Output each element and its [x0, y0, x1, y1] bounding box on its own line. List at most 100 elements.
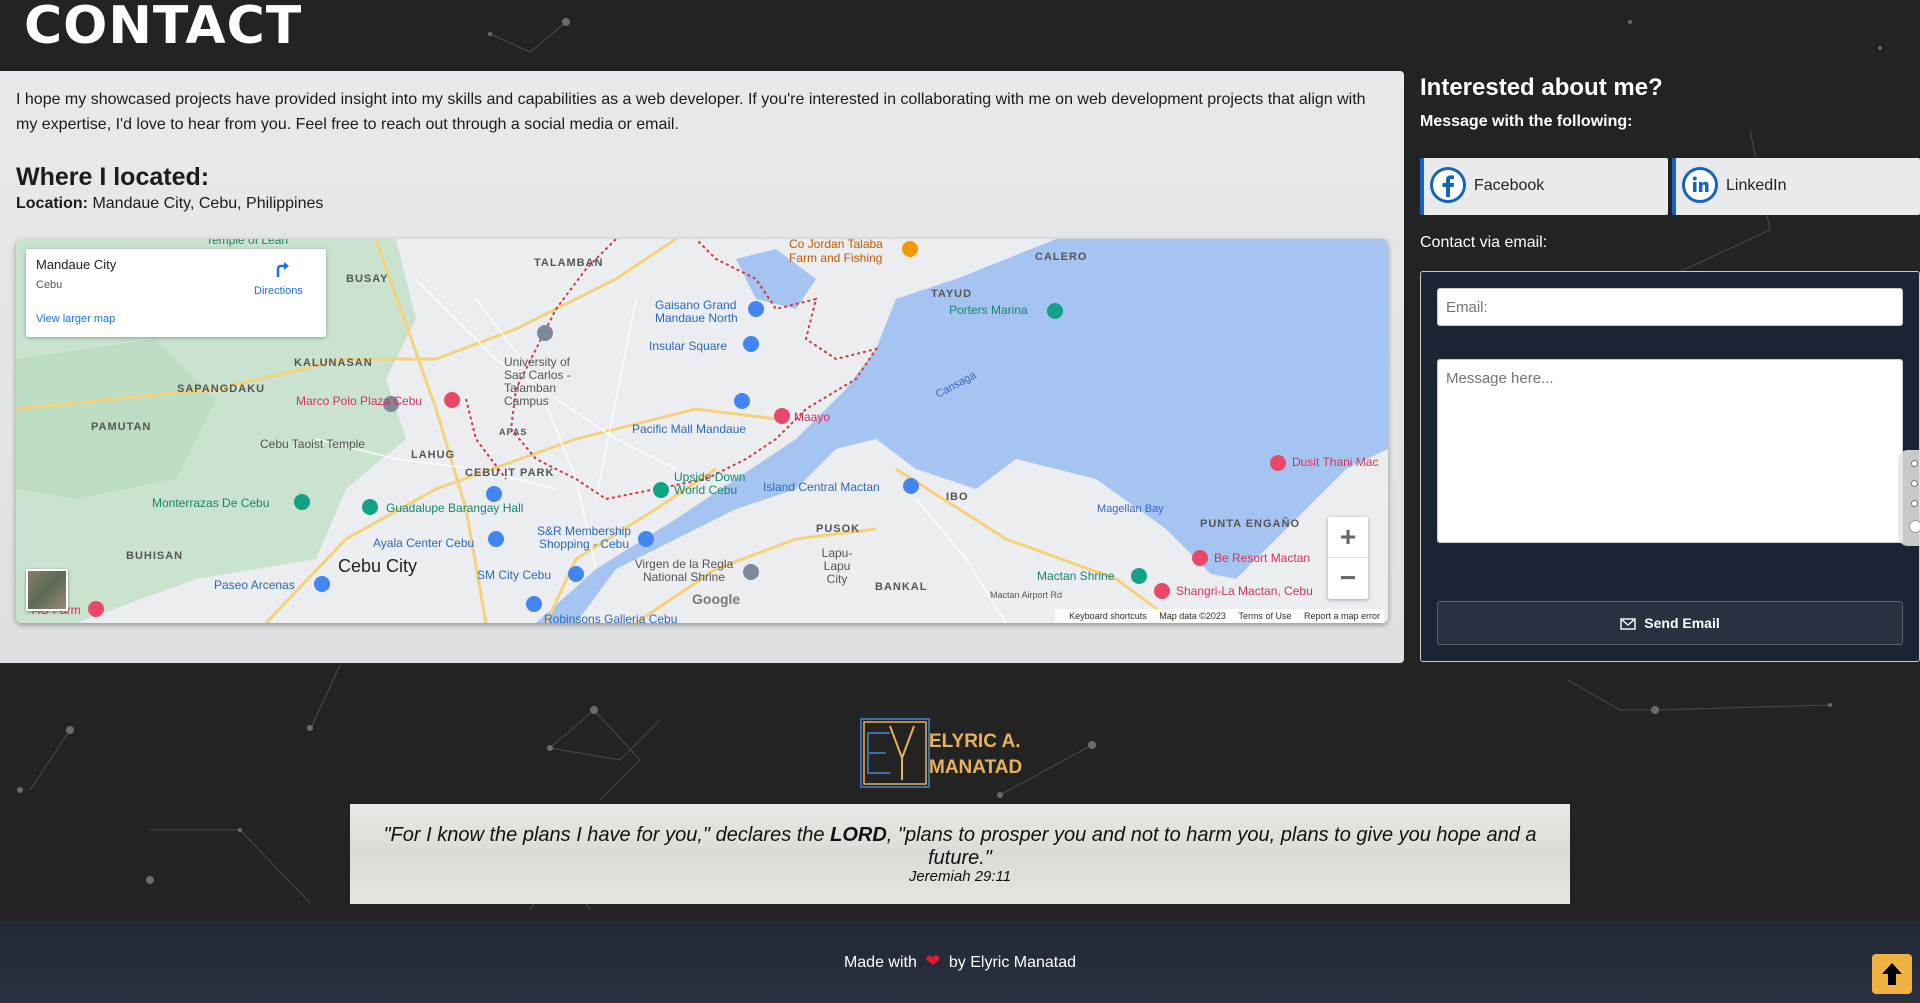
send-email-button[interactable]: Send Email	[1437, 601, 1903, 645]
report-error-link[interactable]: Report a map error	[1304, 611, 1380, 621]
map-label-tayud: TAYUD	[931, 288, 973, 300]
map-place-region: Cebu	[36, 279, 63, 291]
linkedin-label: LinkedIn	[1726, 177, 1787, 194]
map-label-monterrazas: Monterrazas De Cebu	[152, 496, 270, 510]
location-label: Location:	[16, 195, 88, 212]
quote-part-2: , "plans to prosper you and not to harm …	[886, 824, 1537, 869]
email-input[interactable]	[1437, 288, 1903, 326]
map-label-virgen: Virgen de la Regla National Shrine	[634, 557, 734, 584]
map-label-ayala: Ayala Center Cebu	[373, 536, 475, 550]
footer-made-with: Made with	[843, 954, 917, 971]
map-label-upside-down: Upside Down World Cebu	[674, 470, 746, 497]
page-footer: Made with ❤ by Elyric Manatad	[0, 921, 1920, 1003]
brand-logo-icon	[860, 718, 930, 788]
map-label-pusok: PUSOK	[816, 523, 861, 535]
map-label-porters-marina: Porters Marina	[949, 303, 1028, 317]
email-form: Send Email	[1420, 271, 1920, 662]
map-label-it-park: CEBU IT PARK	[465, 467, 555, 479]
map-label-bankal: BANKAL	[875, 581, 928, 593]
map-label-dusit-thani: Dusit Thani Mac	[1292, 455, 1379, 469]
map-label-taoist-temple: Cebu Taoist Temple	[260, 437, 365, 451]
map-label-maayo: Maayo	[794, 410, 831, 424]
map-label-shangri-la: Shangri-La Mactan, Cebu	[1176, 584, 1313, 598]
brand-name: ELYRIC A. MANATAD	[929, 729, 1022, 781]
map-label-island-central: Island Central Mactan	[763, 480, 880, 494]
slide-dot[interactable]	[1911, 500, 1918, 507]
scroll-to-top-button[interactable]	[1872, 954, 1912, 994]
send-email-label: Send Email	[1644, 615, 1720, 631]
arrow-up-icon	[1882, 963, 1902, 985]
map-place-card: Mandaue City Cebu View larger map Direct…	[26, 249, 326, 337]
map-label-pacific-mall: Pacific Mall Mandaue	[632, 422, 747, 436]
map-label-magellan-bay: Magellan Bay	[1097, 503, 1164, 515]
footer-text: Made with ❤ by Elyric Manatad	[0, 951, 1920, 972]
map-label-airport-rd: Mactan Airport Rd	[990, 590, 1063, 600]
google-logo: Google	[692, 591, 741, 607]
map-label-insular-square: Insular Square	[649, 339, 728, 353]
facebook-label: Facebook	[1474, 177, 1545, 194]
email-section-label: Contact via email:	[1420, 234, 1548, 251]
map-label-buhisan: BUHISAN	[126, 550, 184, 562]
map-label-busay: BUSAY	[346, 273, 389, 285]
map-label-mactan-shrine: Mactan Shrine	[1037, 569, 1115, 583]
facebook-icon	[1430, 167, 1466, 203]
map-label-sapangdaku: SAPANGDAKU	[177, 383, 266, 395]
keyboard-shortcuts-link[interactable]: Keyboard shortcuts	[1069, 611, 1147, 621]
embedded-map[interactable]: TALAMBAN CALERO BUSAY TAYUD KALUNASAN SA…	[16, 239, 1388, 623]
where-title: Where I located:	[16, 163, 210, 191]
map-satellite-toggle[interactable]	[26, 569, 68, 611]
intro-text: I hope my showcased projects have provid…	[16, 91, 1366, 133]
map-label-calero: CALERO	[1035, 251, 1088, 263]
directions-link[interactable]: Directions	[254, 285, 303, 297]
slide-dot[interactable]	[1911, 480, 1918, 487]
map-label-be-resort: Be Resort Mactan	[1214, 551, 1311, 565]
map-label-marco-polo: Marco Polo Plaza Cebu	[296, 394, 423, 408]
map-label-lahug: LAHUG	[411, 449, 456, 461]
message-textarea[interactable]	[1437, 359, 1903, 543]
location-value: Mandaue City, Cebu, Philippines	[92, 195, 324, 212]
page-title: CONTACT	[24, 0, 303, 56]
map-data-credit: Map data ©2023	[1159, 611, 1226, 621]
location-panel: I hope my showcased projects have provid…	[0, 71, 1404, 663]
zoom-out-button[interactable]: −	[1328, 558, 1368, 598]
map-place-name: Mandaue City	[36, 257, 117, 272]
directions-icon[interactable]	[272, 259, 292, 279]
map-label-lapu-lapu: Lapu-Lapu City	[821, 546, 853, 586]
map-label-apas: APAS	[499, 427, 528, 437]
map-label-ibo: IBO	[946, 491, 969, 503]
map-label-sm-city: SM City Cebu	[477, 568, 552, 582]
map-label-temple-leah: Temple of Leah	[206, 239, 289, 247]
brand-name-line1: ELYRIC A.	[929, 731, 1021, 752]
map-label-paseo-arcenas: Paseo Arcenas	[214, 578, 295, 592]
contact-title: Interested about me?	[1420, 74, 1663, 101]
view-larger-map-link[interactable]: View larger map	[36, 313, 115, 325]
location-line: Location: Mandaue City, Cebu, Philippine…	[16, 195, 323, 213]
quote-text: "For I know the plans I have for you," d…	[350, 824, 1570, 870]
contact-subtitle: Message with the following:	[1420, 113, 1633, 130]
map-footer: Keyboard shortcuts Map data ©2023 Terms …	[1055, 609, 1384, 623]
brand-name-line2: MANATAD	[929, 757, 1023, 778]
terms-link[interactable]: Terms of Use	[1238, 611, 1291, 621]
slide-dot-active[interactable]	[1909, 520, 1920, 533]
map-label-cebu-city: Cebu City	[338, 556, 418, 576]
linkedin-button[interactable]: LinkedIn	[1672, 158, 1920, 215]
bible-quote: "For I know the plans I have for you," d…	[350, 804, 1570, 904]
footer-author: by Elyric Manatad	[948, 954, 1077, 971]
map-label-kalunasan: KALUNASAN	[294, 357, 373, 369]
map-label-robinsons: Robinsons Galleria Cebu	[544, 612, 678, 623]
heart-icon: ❤	[925, 951, 941, 971]
slide-indicator[interactable]	[1898, 450, 1920, 546]
zoom-in-button[interactable]: +	[1328, 517, 1368, 558]
map-label-co-jordan: Co Jordan Talaba Farm and Fishing	[789, 239, 883, 265]
map-label-gaisano: Gaisano Grand Mandaue North	[655, 298, 738, 325]
map-label-guadalupe: Guadalupe Barangay Hall	[386, 501, 524, 515]
map-label-punta-engano: PUNTA ENGAÑO	[1200, 518, 1300, 530]
quote-part-1: "For I know the plans I have for you," d…	[383, 824, 831, 846]
linkedin-icon	[1682, 167, 1718, 203]
quote-lord: LORD	[830, 824, 887, 846]
map-label-usc: University of San Carlos - Talamban Camp…	[504, 355, 571, 408]
slide-dot[interactable]	[1911, 460, 1918, 467]
envelope-icon	[1620, 618, 1636, 630]
map-label-pamutan: PAMUTAN	[91, 421, 152, 433]
facebook-button[interactable]: Facebook	[1420, 158, 1668, 215]
